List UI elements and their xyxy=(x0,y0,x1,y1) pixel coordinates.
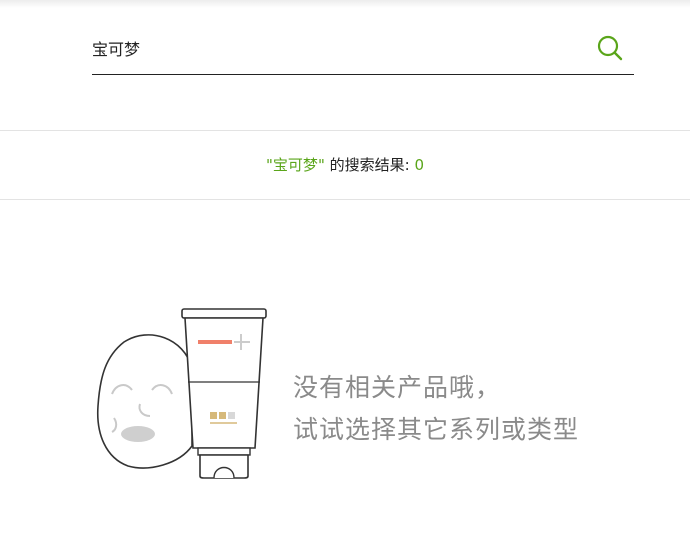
search-input[interactable] xyxy=(92,34,582,62)
search-button[interactable] xyxy=(596,34,624,62)
search-results-page: "宝可梦" 的搜索结果: 0 没有相关 xyxy=(0,0,690,553)
result-count: 0 xyxy=(414,156,424,174)
result-label: 的搜索结果: xyxy=(324,156,415,174)
search-bar xyxy=(92,28,634,75)
face-mask-icon xyxy=(96,334,193,469)
top-shadow xyxy=(0,0,690,8)
result-open-quote: " xyxy=(266,156,273,174)
result-keyword: 宝可梦 xyxy=(272,156,318,174)
empty-state-line-2: 试试选择其它系列或类型 xyxy=(293,415,580,444)
empty-state-message: 没有相关产品哦， 试试选择其它系列或类型 xyxy=(293,367,579,451)
search-icon xyxy=(597,35,623,61)
empty-state-illustration xyxy=(96,308,267,479)
empty-state-line-1: 没有相关产品哦， xyxy=(293,373,502,402)
cream-tube-icon xyxy=(181,308,267,479)
search-result-summary: "宝可梦" 的搜索结果: 0 xyxy=(0,130,690,200)
result-close-quote: " xyxy=(317,156,325,174)
